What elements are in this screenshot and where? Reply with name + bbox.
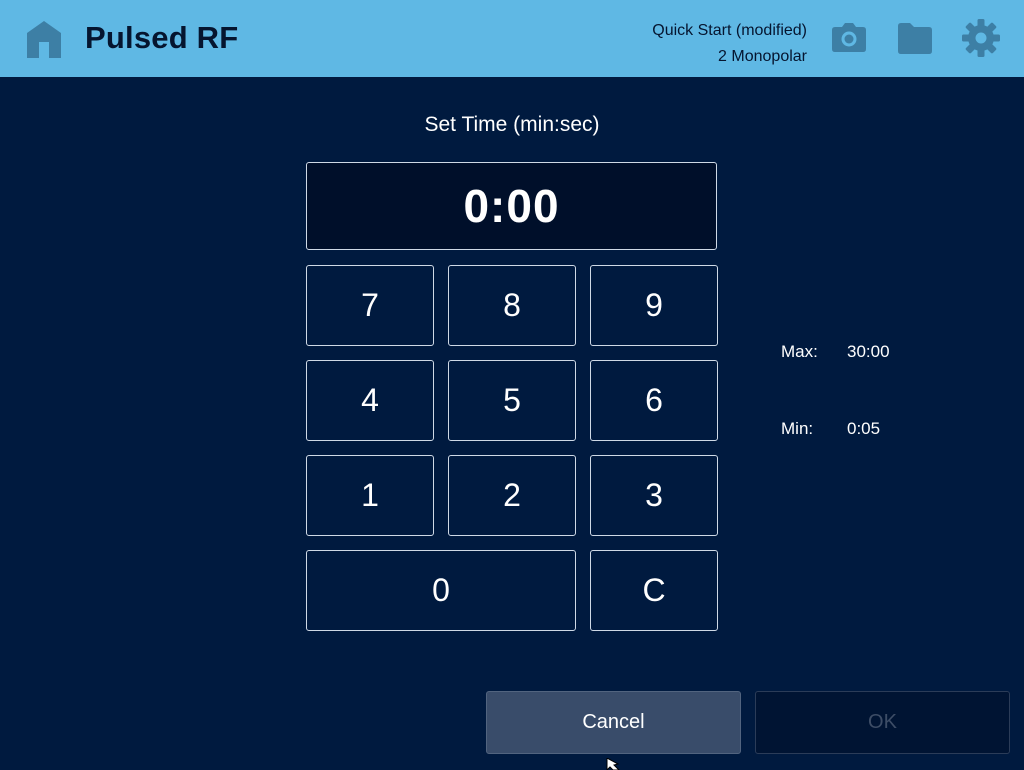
set-time-label: Set Time (min:sec): [424, 113, 600, 136]
max-label: Max:: [781, 342, 818, 361]
preset-mode: 2 Monopolar: [718, 48, 807, 65]
key-7[interactable]: 7: [306, 265, 434, 346]
key-6[interactable]: 6: [590, 360, 718, 441]
ok-button[interactable]: OK: [755, 691, 1010, 754]
key-0[interactable]: 0: [306, 550, 576, 631]
key-1[interactable]: 1: [306, 455, 434, 536]
min-value: 0:05: [847, 419, 881, 438]
time-display: 0:00: [306, 162, 717, 250]
app-title: Pulsed RF: [85, 20, 239, 55]
home-icon[interactable]: [22, 18, 66, 60]
key-4[interactable]: 4: [306, 360, 434, 441]
gear-icon[interactable]: [961, 18, 1001, 58]
preset-info: Quick Start (modified) 2 Monopolar: [652, 18, 807, 70]
key-clear[interactable]: C: [590, 550, 718, 631]
folder-icon[interactable]: [895, 18, 935, 58]
key-8[interactable]: 8: [448, 265, 576, 346]
preset-name: Quick Start (modified): [652, 22, 807, 39]
max-value: 30:00: [847, 342, 890, 361]
key-3[interactable]: 3: [590, 455, 718, 536]
mouse-pointer-icon: [606, 758, 620, 770]
key-9[interactable]: 9: [590, 265, 718, 346]
min-label: Min:: [781, 419, 814, 438]
key-5[interactable]: 5: [448, 360, 576, 441]
key-2[interactable]: 2: [448, 455, 576, 536]
camera-icon[interactable]: [829, 18, 869, 58]
cancel-button[interactable]: Cancel: [486, 691, 741, 754]
top-bar: Pulsed RF Quick Start (modified) 2 Monop…: [0, 0, 1024, 77]
